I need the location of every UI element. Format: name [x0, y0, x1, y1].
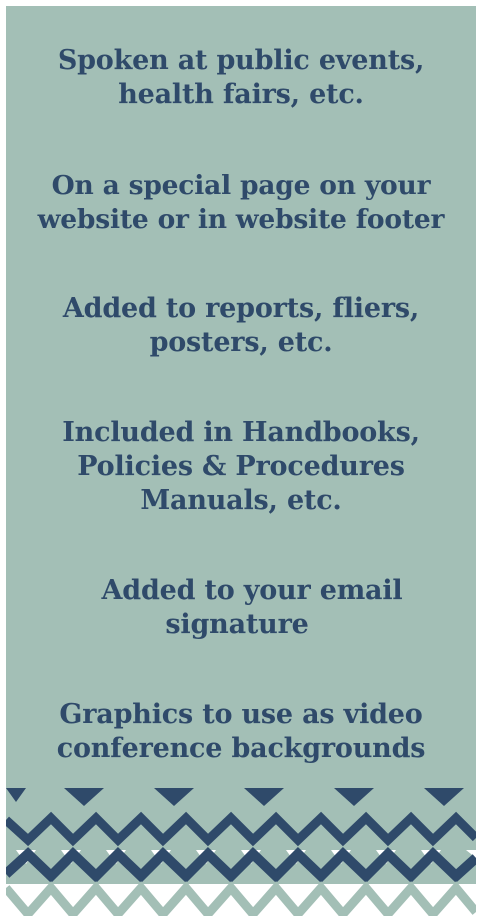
list-item: Added to reports, fliers, posters, etc. [6, 292, 476, 360]
item-line: Policies & Procedures [77, 451, 405, 482]
item-line: posters, etc. [149, 327, 333, 358]
info-panel: Spoken at public events, health fairs, e… [6, 6, 476, 916]
item-line: Manuals, etc. [140, 485, 342, 516]
item-line: Graphics to use as video [59, 699, 423, 730]
item-line: Added to reports, fliers, [62, 293, 420, 324]
item-line: Included in Handbooks, [62, 417, 420, 448]
item-line: Spoken at public events, [57, 45, 425, 76]
item-line: conference backgrounds [56, 733, 426, 764]
list-item: Spoken at public events, health fairs, e… [6, 44, 476, 112]
item-line: website or in website footer [37, 204, 445, 235]
item-line: health fairs, etc. [118, 79, 364, 110]
triangle-zigzag-pattern-icon [6, 788, 476, 916]
item-line: signature [165, 609, 309, 640]
item-line: Added to your email [101, 575, 403, 606]
list-item: Graphics to use as video conference back… [6, 698, 476, 766]
list-item: On a special page on your website or in … [6, 169, 476, 237]
item-line: On a special page on your [51, 170, 431, 201]
list-item: Included in Handbooks, Policies & Proced… [6, 416, 476, 518]
list-item: Added to your email signature [6, 574, 476, 642]
